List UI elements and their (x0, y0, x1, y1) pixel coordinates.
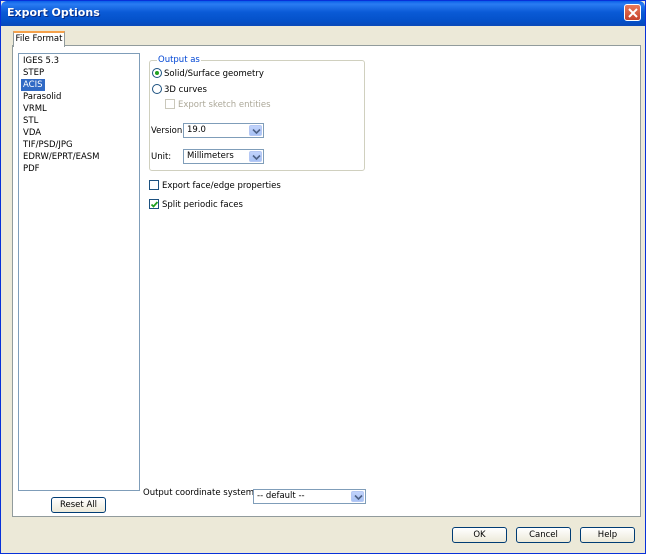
list-item[interactable]: TIF/PSD/JPG (21, 139, 75, 151)
chevron-down-icon (252, 154, 261, 161)
coord-system-label: Output coordinate system: (143, 488, 257, 498)
tab-file-format[interactable]: File Format (13, 31, 65, 47)
version-value: 19.0 (187, 125, 206, 135)
close-button[interactable] (624, 4, 641, 21)
export-face-edge-label: Export face/edge properties (162, 181, 281, 191)
split-periodic-option[interactable]: Split periodic faces (149, 199, 243, 211)
close-icon (628, 8, 638, 18)
coord-system-select[interactable]: -- default -- (253, 489, 366, 504)
list-item[interactable]: EDRW/EPRT/EASM (21, 151, 102, 163)
list-item[interactable]: STL (21, 115, 40, 127)
ok-button[interactable]: OK (452, 527, 507, 543)
version-dropdown-button[interactable] (249, 125, 262, 136)
export-sketch-checkbox[interactable] (165, 99, 175, 109)
unit-value: Millimeters (187, 151, 234, 161)
checkmark-icon (150, 201, 159, 208)
export-face-edge-checkbox[interactable] (149, 180, 159, 190)
unit-label: Unit: (151, 152, 172, 162)
coord-system-value: -- default -- (257, 491, 305, 501)
solid-surface-label: Solid/Surface geometry (164, 69, 264, 79)
export-sketch-option[interactable]: Export sketch entities (165, 99, 271, 111)
export-face-edge-option[interactable]: Export face/edge properties (149, 180, 281, 192)
output-as-label: Output as (157, 55, 201, 65)
list-item[interactable]: STEP (21, 67, 46, 79)
chevron-down-icon (252, 128, 261, 135)
coord-system-dropdown-button[interactable] (351, 491, 364, 502)
list-item[interactable]: IGES 5.3 (21, 55, 61, 67)
list-item[interactable]: Parasolid (21, 91, 63, 103)
export-sketch-label: Export sketch entities (178, 100, 271, 110)
help-button[interactable]: Help (580, 527, 635, 543)
curves-option[interactable]: 3D curves (152, 84, 207, 96)
split-periodic-checkbox[interactable] (149, 199, 159, 209)
unit-select[interactable]: Millimeters (183, 149, 264, 164)
list-item[interactable]: VDA (21, 127, 43, 139)
reset-all-button[interactable]: Reset All (51, 497, 106, 513)
format-list[interactable]: IGES 5.3 STEP ACIS Parasolid VRML STL VD… (18, 53, 140, 491)
export-options-window: Export Options File Format IGES 5.3 STEP… (0, 0, 646, 554)
unit-dropdown-button[interactable] (249, 151, 262, 162)
list-item-selected[interactable]: ACIS (21, 79, 45, 91)
curves-label: 3D curves (164, 85, 207, 95)
list-item[interactable]: VRML (21, 103, 49, 115)
solid-surface-option[interactable]: Solid/Surface geometry (152, 68, 264, 80)
list-item[interactable]: PDF (21, 163, 42, 175)
dialog-client-area: File Format IGES 5.3 STEP ACIS Parasolid… (4, 26, 642, 551)
version-select[interactable]: 19.0 (183, 123, 264, 138)
output-as-group: Output as Solid/Surface geometry 3D curv… (149, 55, 365, 171)
window-title: Export Options (7, 6, 100, 19)
chevron-down-icon (354, 494, 363, 501)
file-format-panel: IGES 5.3 STEP ACIS Parasolid VRML STL VD… (12, 45, 641, 517)
cancel-button[interactable]: Cancel (516, 527, 571, 543)
curves-radio[interactable] (152, 84, 162, 94)
title-bar[interactable]: Export Options (1, 1, 645, 26)
solid-surface-radio[interactable] (152, 68, 162, 78)
version-label: Version: (151, 126, 186, 136)
split-periodic-label: Split periodic faces (162, 200, 243, 210)
